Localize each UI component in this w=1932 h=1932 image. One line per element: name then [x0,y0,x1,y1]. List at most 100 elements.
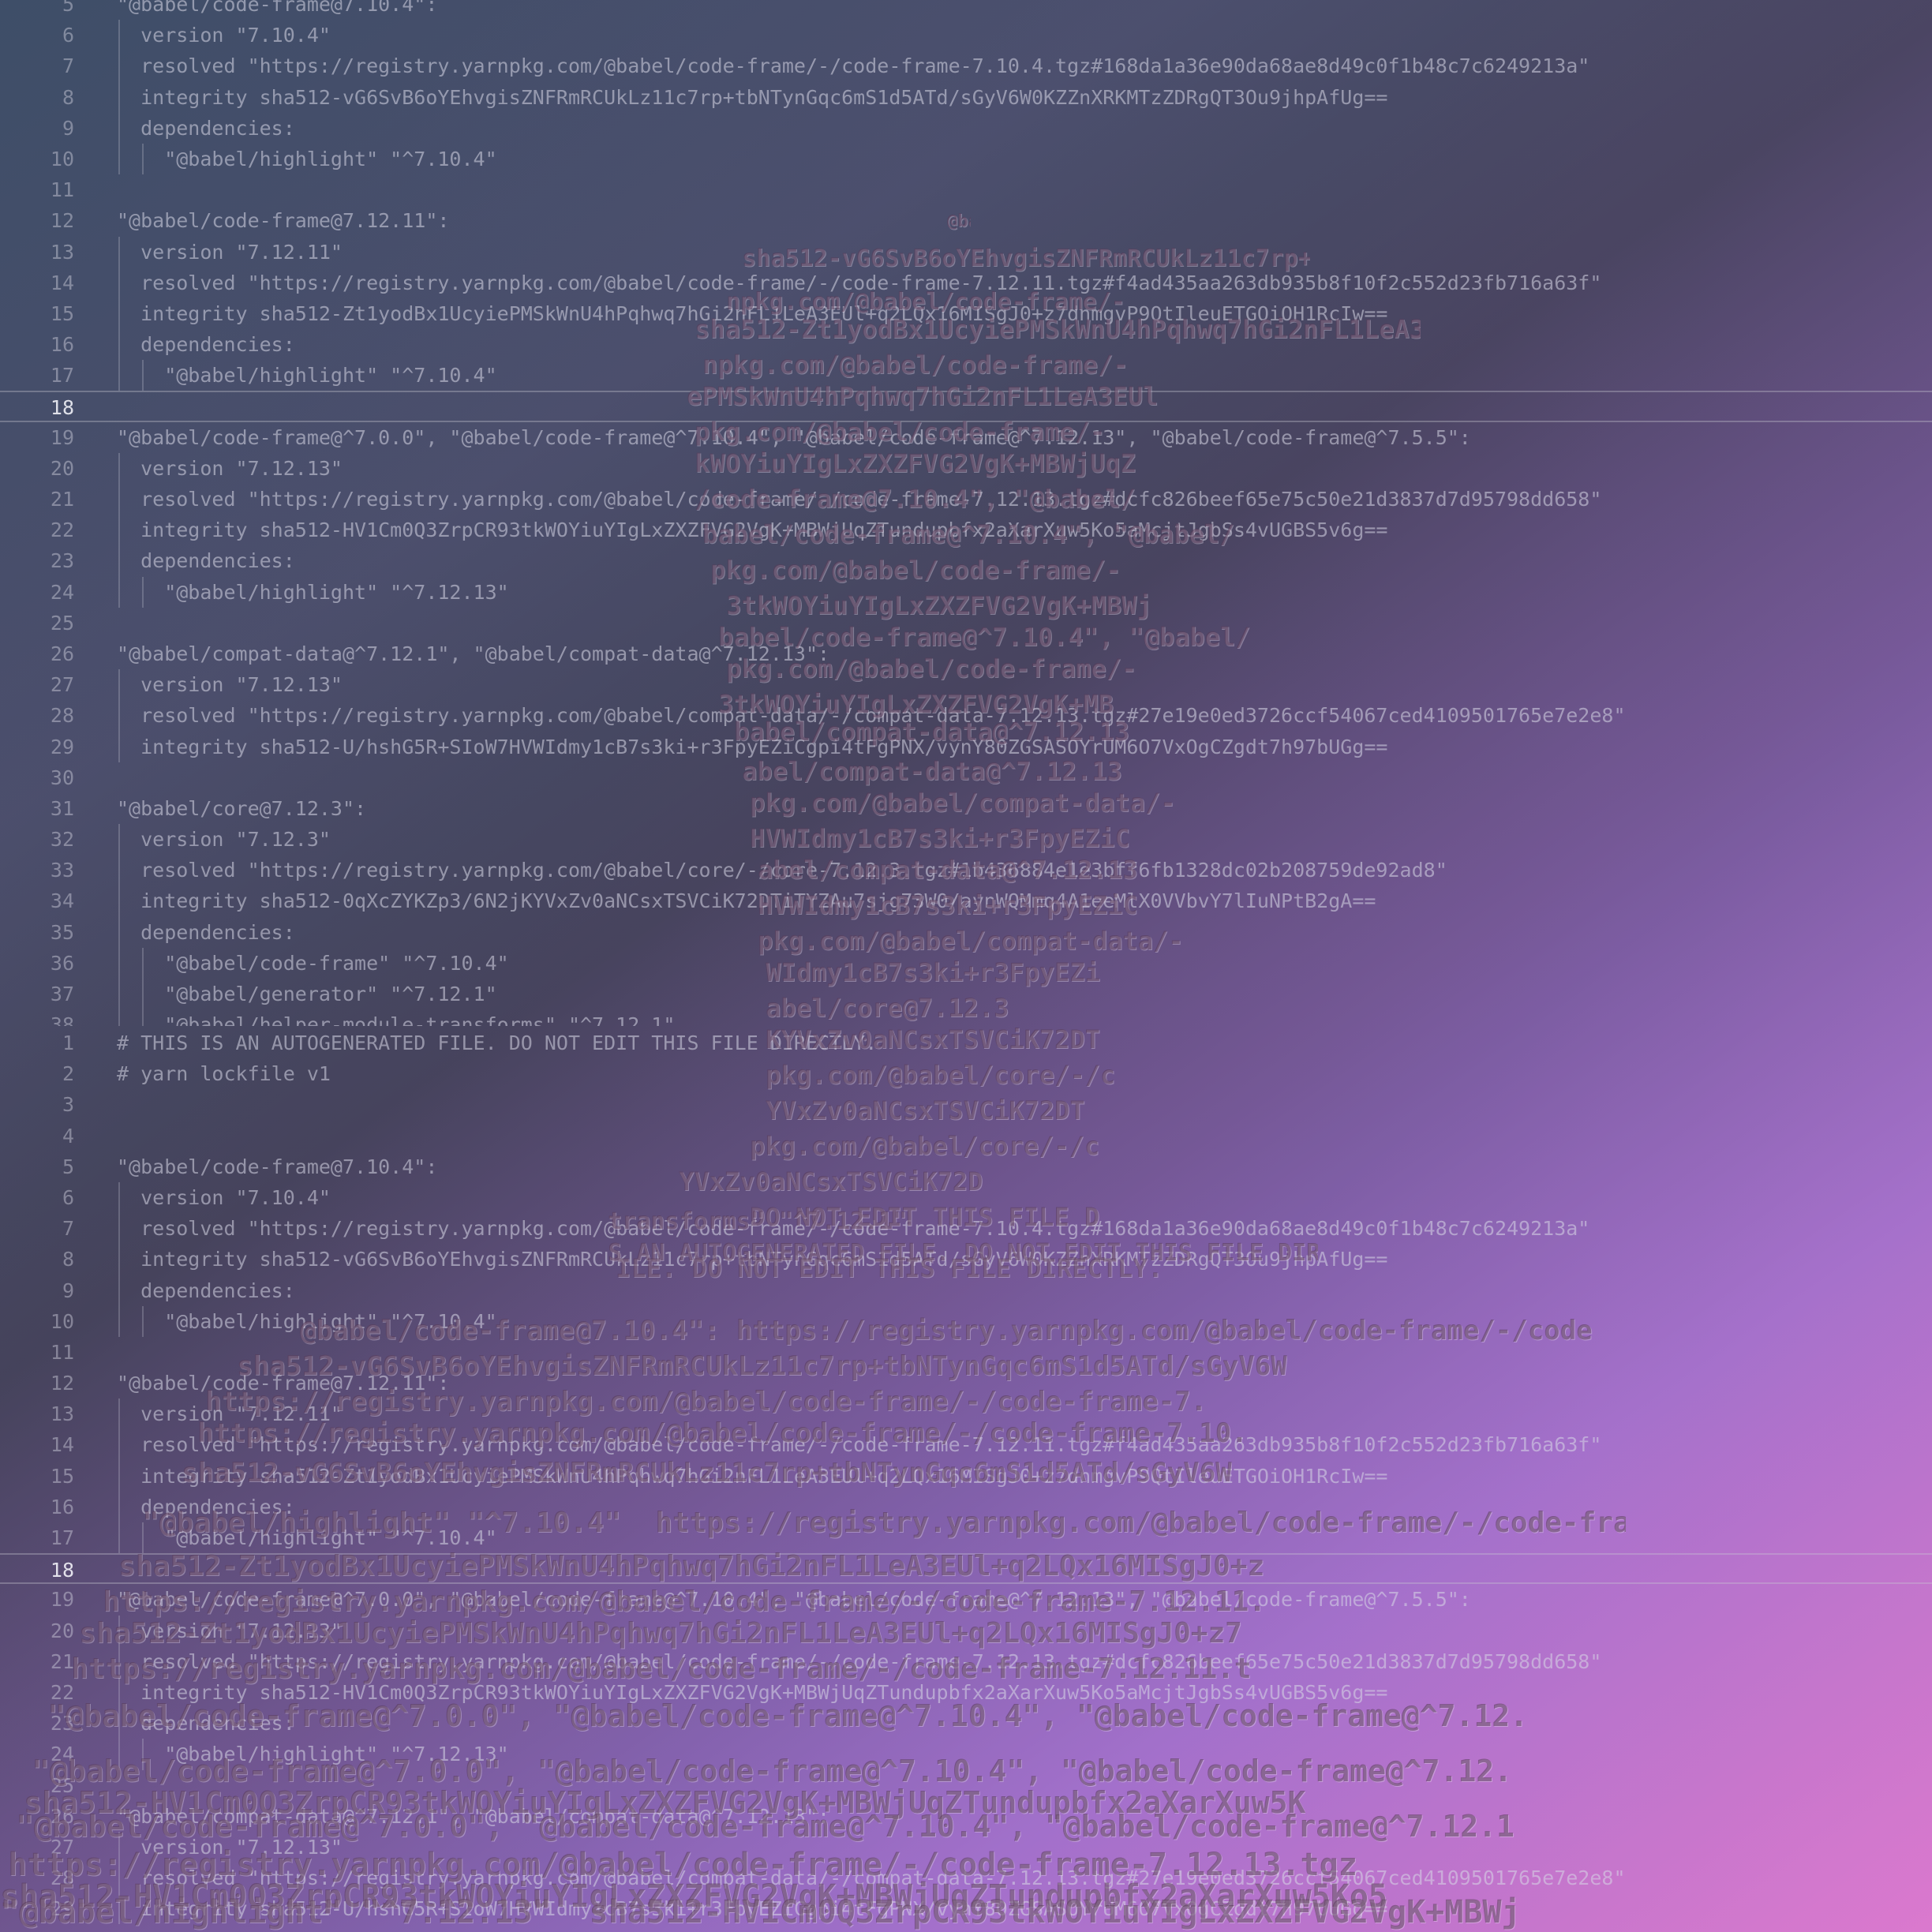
line-number: 10 [50,147,74,170]
code-line[interactable]: 18 [0,391,1932,422]
line-number: 38 [50,1013,74,1026]
code-line[interactable]: 6 version "7.10.4" [0,1181,1932,1214]
code-line[interactable]: 11 [0,174,1932,205]
line-number: 14 [50,271,74,294]
code-line[interactable]: 23 dependencies: [0,545,1932,577]
code-line[interactable]: 9 dependencies: [0,112,1932,144]
code-editor-top-pane[interactable]: 5 "@babel/code-frame@7.10.4": 6 version "7… [0,0,1932,1026]
code-line[interactable]: 3 [0,1089,1932,1120]
code-line[interactable]: 22 integrity sha512-HV1Cm0Q3ZrpCR93tkWOY… [0,515,1932,546]
code-line[interactable]: 34 integrity sha512-0qXcZYKZp3/6N2jKYVxZ… [0,886,1932,917]
line-number: 25 [50,611,74,635]
code-line[interactable]: 6 version "7.10.4" [0,20,1932,51]
code-line[interactable]: 5 "@babel/code-frame@7.10.4": [0,0,1932,20]
code-text: integrity sha512-U/hshG5R+SIoW7HVWIdmy1c… [117,735,1388,758]
code-line[interactable]: 8 integrity sha512-vG6SvB6oYEhvgisZNFRmR… [0,1244,1932,1275]
code-text: integrity sha512-0qXcZYKZp3/6N2jKYVxZv0a… [117,889,1376,913]
code-line[interactable]: 12 "@babel/code-frame@7.12.11": [0,1368,1932,1398]
code-line[interactable]: 32 version "7.12.3" [0,824,1932,856]
code-line[interactable]: 37 "@babel/generator" "^7.12.1" [0,979,1932,1010]
code-line[interactable]: 29 integrity sha512-U/hshG5R+SIoW7HVWIdm… [0,731,1932,762]
code-line[interactable]: 7 resolved "https://registry.yarnpkg.com… [0,1213,1932,1245]
code-text: dependencies: [117,1712,295,1735]
code-line[interactable]: 27 version "7.12.13" [0,1831,1932,1863]
line-number: 12 [50,209,74,233]
code-line[interactable]: 20 version "7.12.13" [0,452,1932,484]
code-line[interactable]: 10 "@babel/highlight" "^7.10.4" [0,143,1932,175]
line-number: 22 [50,1680,74,1704]
code-text: # yarn lockfile v1 [117,1062,331,1086]
code-line[interactable]: 8 integrity sha512-vG6SvB6oYEhvgisZNFRmR… [0,81,1932,113]
code-text: "@babel/highlight" "^7.10.4" [117,1526,497,1549]
line-number: 1 [62,1032,74,1054]
code-line[interactable]: 22 integrity sha512-HV1Cm0Q3ZrpCR93tkWOY… [0,1676,1932,1709]
code-line[interactable]: 17 "@babel/highlight" "^7.10.4" [0,1522,1932,1554]
code-text: "@babel/code-frame@^7.0.0", "@babel/code… [117,425,1471,449]
line-number: 5 [62,1155,74,1178]
code-line[interactable]: 18 [0,1553,1932,1585]
code-line[interactable]: 19 "@babel/code-frame@^7.0.0", "@babel/co… [0,1584,1932,1615]
code-line[interactable]: 10 "@babel/highlight" "^7.10.4" [0,1305,1932,1337]
line-number: 9 [62,1279,74,1302]
code-line[interactable]: 24 "@babel/highlight" "^7.12.13" [0,576,1932,608]
code-line[interactable]: 17 "@babel/highlight" "^7.10.4" [0,360,1932,391]
code-line[interactable]: 19 "@babel/code-frame@^7.0.0", "@babel/co… [0,422,1932,453]
code-line[interactable]: 23 dependencies: [0,1708,1932,1739]
code-text: "@babel/code-frame" "^7.10.4" [117,951,509,975]
code-line[interactable]: 14 resolved "https://registry.yarnpkg.co… [0,267,1932,298]
code-line[interactable]: 28 resolved "https://registry.yarnpkg.co… [0,700,1932,732]
code-line[interactable]: 36 "@babel/code-frame" "^7.10.4" [0,947,1932,979]
code-line[interactable]: 4 [0,1121,1932,1151]
code-line[interactable]: 20 version "7.12.13" [0,1615,1932,1646]
code-line[interactable]: 9 dependencies: [0,1275,1932,1306]
code-line[interactable]: 16 dependencies: [0,1491,1932,1522]
code-line[interactable]: 21 resolved "https://registry.yarnpkg.co… [0,484,1932,515]
code-line[interactable]: 24 "@babel/highlight" "^7.12.13" [0,1739,1932,1770]
code-line[interactable]: 15 integrity sha512-Zt1yodBx1UcyiePMSkWn… [0,298,1932,330]
code-line[interactable]: 31 "@babel/core@7.12.3": [0,793,1932,824]
code-line[interactable]: 16 dependencies: [0,329,1932,361]
code-text: version "7.12.13" [117,1835,343,1859]
line-number: 18 [50,396,74,420]
line-number: 24 [50,1743,74,1766]
code-line[interactable]: 26 "@babel/compat-data@^7.12.1", "@babel/… [0,638,1932,669]
code-line[interactable]: 21 resolved "https://registry.yarnpkg.co… [0,1646,1932,1677]
line-number: 3 [62,1093,74,1117]
code-line[interactable]: 29 integrity sha512-U/hshG5R+SIoW7HVWIdm… [0,1893,1932,1925]
code-line[interactable]: 2 # yarn lockfile v1 [0,1058,1932,1089]
line-number: 25 [50,1773,74,1797]
code-line[interactable]: 11 [0,1337,1932,1368]
code-line[interactable]: 13 version "7.12.11" [0,1398,1932,1430]
line-number: 16 [50,1495,74,1518]
code-line[interactable]: 14 resolved "https://registry.yarnpkg.co… [0,1429,1932,1461]
code-text: "@babel/code-frame@7.10.4": [117,0,438,16]
code-line[interactable]: 27 version "7.12.13" [0,669,1932,701]
code-line[interactable]: 38 "@babel/helper-module-transforms" "^7… [0,1009,1932,1026]
code-line[interactable]: 26 "@babel/compat-data@^7.12.1", "@babel/… [0,1801,1932,1832]
line-number: 30 [50,766,74,789]
code-line[interactable]: 28 resolved "https://registry.yarnpkg.co… [0,1863,1932,1894]
code-line[interactable]: 5 "@babel/code-frame@7.10.4": [0,1151,1932,1182]
line-number: 23 [50,1712,74,1735]
code-text: integrity sha512-U/hshG5R+SIoW7HVWIdmy1c… [117,1897,1388,1921]
line-number: 17 [50,1526,74,1549]
line-number: 31 [50,796,74,820]
line-number: 33 [50,859,74,882]
code-line[interactable]: 35 dependencies: [0,916,1932,948]
line-number: 27 [50,673,74,697]
code-text: dependencies: [117,920,295,944]
code-line[interactable]: 33 resolved "https://registry.yarnpkg.co… [0,855,1932,886]
code-line[interactable]: 15 integrity sha512-Zt1yodBx1UcyiePMSkWn… [0,1460,1932,1492]
code-line[interactable]: 25 [0,1770,1932,1801]
code-line[interactable]: 12 "@babel/code-frame@7.12.11": [0,205,1932,236]
code-line[interactable]: 1 # THIS IS AN AUTOGENERATED FILE. DO NOT… [0,1028,1932,1058]
code-line[interactable]: 13 version "7.12.11" [0,236,1932,268]
code-text: integrity sha512-vG6SvB6oYEhvgisZNFRmRCU… [117,85,1388,109]
code-line[interactable]: 7 resolved "https://registry.yarnpkg.com… [0,51,1932,82]
code-line[interactable]: 30 [0,762,1932,793]
code-editor-bottom-pane[interactable]: 1 # THIS IS AN AUTOGENERATED FILE. DO NOT… [0,1028,1932,1932]
line-number: 28 [50,1866,74,1890]
code-text: "@babel/code-frame@7.12.11": [117,1372,450,1395]
line-number: 18 [50,1559,74,1582]
code-line[interactable]: 25 [0,608,1932,638]
